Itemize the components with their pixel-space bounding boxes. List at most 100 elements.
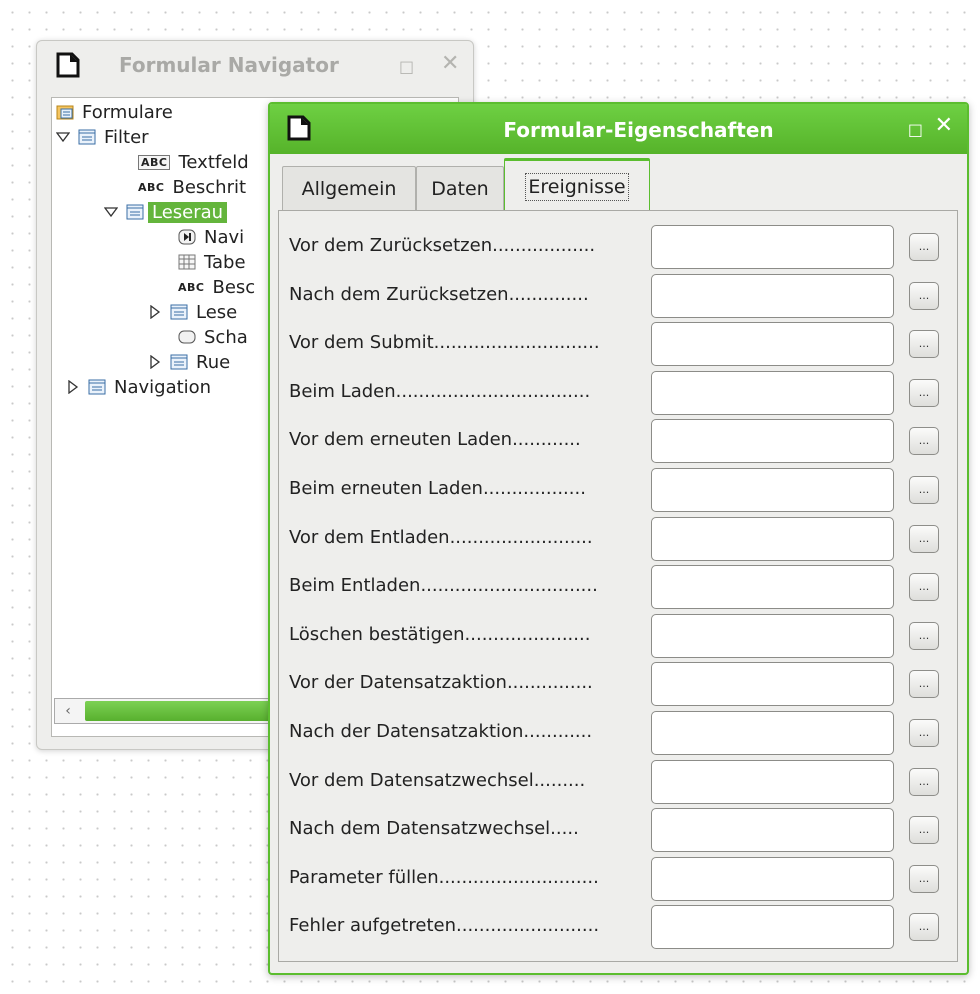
event-row: Beim erneuten Laden..................... bbox=[279, 468, 957, 512]
form-properties-dialog: Formular-Eigenschaften □ ✕ Allgemein Dat… bbox=[268, 102, 969, 975]
event-label: Beim erneuten Laden.................. bbox=[289, 478, 586, 499]
event-row: Vor der Datensatzaktion.................… bbox=[279, 662, 957, 707]
event-macro-field[interactable] bbox=[651, 905, 894, 950]
event-label: Nach dem Datensatzwechsel..... bbox=[289, 818, 579, 840]
tree-item-label: Leserau bbox=[148, 201, 228, 223]
assign-macro-button[interactable]: ... bbox=[909, 767, 939, 796]
tree-item-subform-2[interactable]: Rue bbox=[148, 350, 230, 374]
dialog-title: Formular-Eigenschaften bbox=[503, 118, 774, 142]
tree-item-label: Besc bbox=[212, 276, 256, 298]
event-macro-field[interactable] bbox=[651, 468, 894, 512]
navigator-title: Formular Navigator bbox=[119, 53, 339, 77]
event-row: Vor dem erneuten Laden............... bbox=[279, 419, 957, 464]
collapsed-triangle-icon[interactable] bbox=[148, 305, 162, 319]
event-macro-field[interactable] bbox=[651, 808, 894, 853]
assign-macro-button[interactable]: ... bbox=[909, 864, 939, 893]
dialog-titlebar[interactable]: Formular-Eigenschaften □ ✕ bbox=[270, 104, 967, 154]
assign-macro-button[interactable]: ... bbox=[909, 816, 939, 845]
event-macro-field[interactable] bbox=[651, 613, 894, 658]
tree-item-selected-form[interactable]: Leserau bbox=[104, 200, 228, 224]
document-icon bbox=[56, 52, 80, 78]
textbox-icon: ABC bbox=[138, 154, 171, 170]
assign-macro-button[interactable]: ... bbox=[909, 524, 939, 553]
event-label: Vor dem Datensatzwechsel......... bbox=[289, 769, 586, 791]
assign-macro-button[interactable]: ... bbox=[909, 573, 939, 602]
assign-macro-button[interactable]: ... bbox=[909, 330, 939, 359]
event-macro-field[interactable] bbox=[651, 662, 894, 707]
table-grid-icon bbox=[178, 254, 196, 270]
tree-item-label: Lese bbox=[196, 301, 238, 323]
tree-item-label: Navigation bbox=[114, 376, 212, 398]
tree-item-label: Textfeld bbox=[178, 151, 249, 173]
assign-macro-button[interactable]: ... bbox=[909, 427, 939, 456]
expanded-triangle-icon[interactable] bbox=[56, 130, 70, 144]
close-icon[interactable]: ✕ bbox=[935, 115, 953, 137]
event-row: Beim Entladen...........................… bbox=[279, 565, 957, 610]
event-macro-field[interactable] bbox=[651, 273, 894, 318]
navigator-titlebar[interactable]: Formular Navigator □ ✕ bbox=[37, 41, 473, 95]
label-field-icon: ABC bbox=[138, 180, 165, 194]
forms-folder-icon bbox=[56, 105, 74, 120]
event-macro-field[interactable] bbox=[651, 370, 894, 415]
event-macro-field[interactable] bbox=[651, 711, 894, 755]
tree-item-navigation[interactable]: Navigation bbox=[66, 375, 211, 399]
tree-item-label: Scha bbox=[204, 326, 248, 348]
assign-macro-button[interactable]: ... bbox=[909, 233, 939, 261]
event-label: Beim Entladen...........................… bbox=[289, 575, 598, 597]
tree-item-button[interactable]: Scha bbox=[178, 325, 248, 349]
event-macro-field[interactable] bbox=[651, 419, 894, 464]
form-icon bbox=[170, 304, 188, 320]
collapsed-triangle-icon[interactable] bbox=[66, 380, 80, 394]
tab-events[interactable]: Ereignisse bbox=[504, 158, 650, 212]
expanded-triangle-icon[interactable] bbox=[104, 205, 118, 219]
assign-macro-button[interactable]: ... bbox=[909, 719, 939, 747]
assign-macro-button[interactable]: ... bbox=[909, 621, 939, 650]
event-macro-field[interactable] bbox=[651, 565, 894, 610]
event-macro-field[interactable] bbox=[651, 225, 894, 269]
assign-macro-button[interactable]: ... bbox=[909, 670, 939, 699]
event-macro-field[interactable] bbox=[651, 322, 894, 367]
collapsed-triangle-icon[interactable] bbox=[148, 355, 162, 369]
form-icon bbox=[88, 379, 106, 395]
tree-item-label-field[interactable]: ABC Beschrit bbox=[138, 175, 246, 199]
scroll-left-icon[interactable]: ‹ bbox=[55, 699, 81, 723]
event-row: Nach dem Zurücksetzen................. bbox=[279, 273, 957, 318]
form-icon bbox=[78, 129, 96, 145]
event-row: Vor dem Entladen........................… bbox=[279, 516, 957, 561]
tab-general[interactable]: Allgemein bbox=[282, 166, 416, 210]
event-label: Vor der Datensatzaktion............... bbox=[289, 672, 593, 694]
close-icon[interactable]: ✕ bbox=[441, 53, 459, 75]
form-icon bbox=[126, 204, 144, 220]
event-row: Nach der Datensatzaktion............... bbox=[279, 711, 957, 755]
tree-item-forms[interactable]: Formulare bbox=[56, 100, 173, 124]
tree-item-navigation-bar[interactable]: Navi bbox=[178, 225, 244, 249]
event-macro-field[interactable] bbox=[651, 516, 894, 561]
tree-item-label-field-2[interactable]: ABC Besc bbox=[178, 275, 255, 299]
event-row: Parameter füllen........................… bbox=[279, 856, 957, 901]
event-label: Beim Laden..............................… bbox=[289, 380, 591, 402]
event-label: Löschen bestätigen...................... bbox=[289, 623, 591, 645]
form-icon bbox=[170, 354, 188, 370]
event-label: Parameter füllen........................… bbox=[289, 866, 599, 888]
maximize-icon[interactable]: □ bbox=[908, 120, 923, 140]
maximize-icon[interactable]: □ bbox=[399, 57, 414, 77]
tree-item-table-control[interactable]: Tabe bbox=[178, 250, 246, 274]
tree-item-label: Tabe bbox=[204, 251, 246, 273]
tree-item-label: Filter bbox=[104, 126, 149, 148]
event-row: Vor dem Datensatzwechsel............ bbox=[279, 759, 957, 804]
assign-macro-button[interactable]: ... bbox=[909, 913, 939, 942]
tab-data[interactable]: Daten bbox=[416, 166, 504, 210]
event-label: Fehler aufgetreten......................… bbox=[289, 915, 600, 937]
event-macro-field[interactable] bbox=[651, 856, 894, 901]
tree-item-textfeld[interactable]: ABC Textfeld bbox=[138, 150, 249, 174]
assign-macro-button[interactable]: ... bbox=[909, 378, 939, 407]
tree-item-filter[interactable]: Filter bbox=[56, 125, 149, 149]
assign-macro-button[interactable]: ... bbox=[909, 281, 939, 310]
event-row: Beim Laden..............................… bbox=[279, 370, 957, 415]
event-label: Vor dem Submit..........................… bbox=[289, 332, 600, 354]
assign-macro-button[interactable]: ... bbox=[909, 476, 939, 504]
tree-item-subform[interactable]: Lese bbox=[148, 300, 237, 324]
tab-label: Daten bbox=[431, 177, 489, 200]
event-row: Vor dem Zurücksetzen....................… bbox=[279, 225, 957, 269]
event-macro-field[interactable] bbox=[651, 759, 894, 804]
